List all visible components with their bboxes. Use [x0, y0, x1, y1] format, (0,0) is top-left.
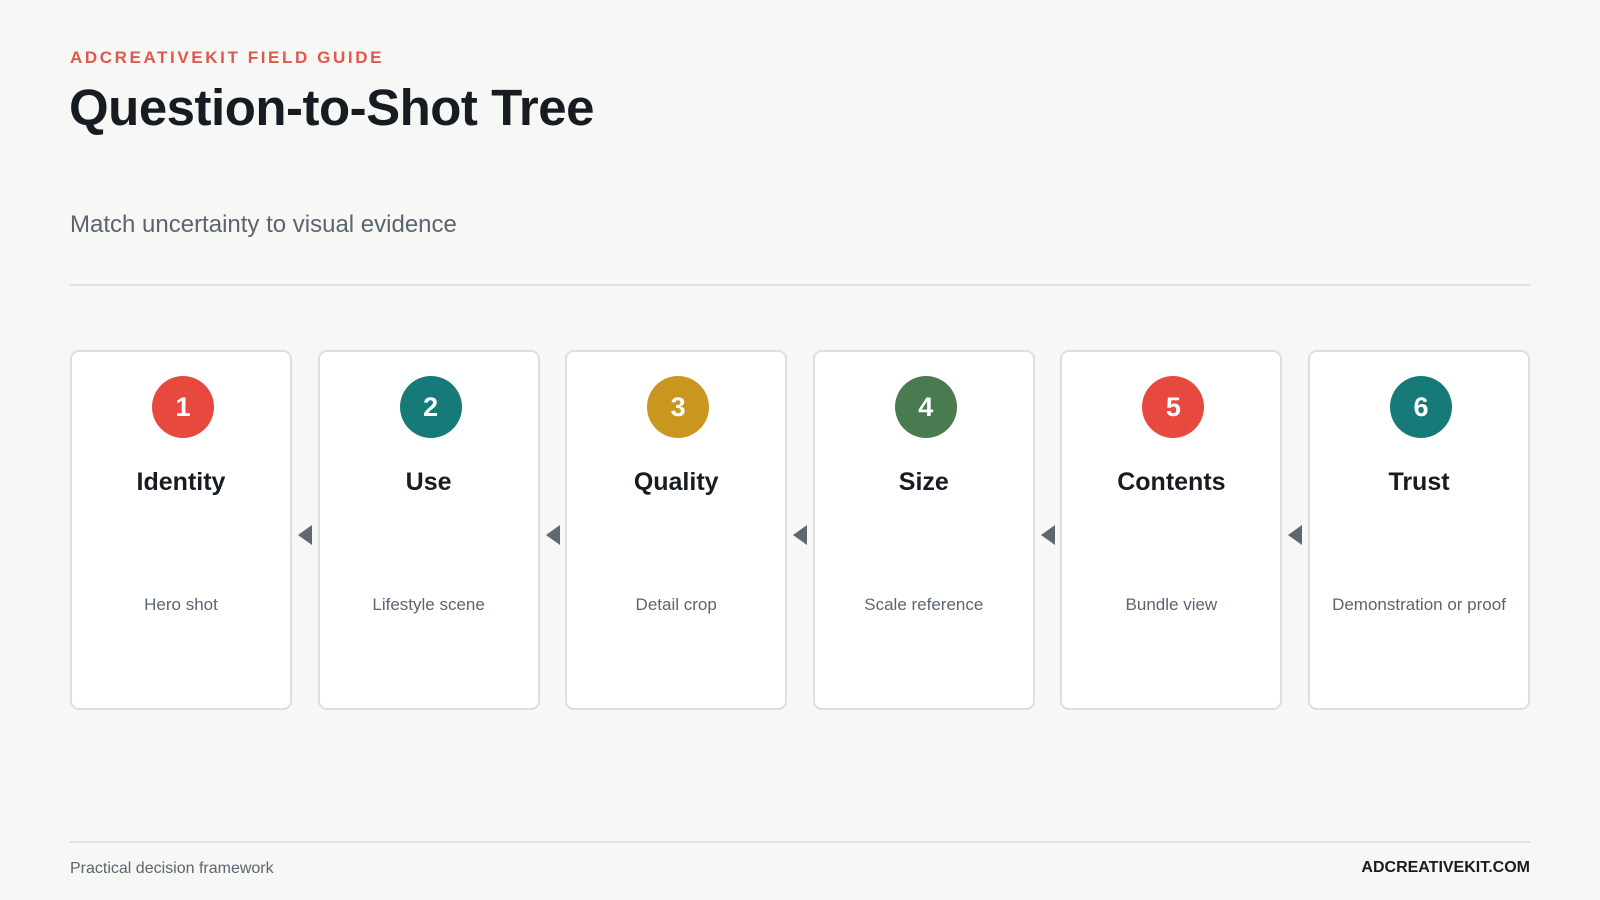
page-subtitle: Match uncertainty to visual evidence [70, 211, 457, 238]
step-card-identity: 1 Identity Hero shot [70, 350, 292, 710]
left-arrow-icon [545, 525, 560, 545]
header-divider [70, 284, 1530, 286]
left-arrow-icon [1288, 525, 1303, 545]
step-number-badge: 1 [152, 376, 214, 438]
step-number-badge: 3 [647, 376, 710, 438]
slide: ADCREATIVEKIT FIELD GUIDE Question-to-Sh… [0, 0, 1600, 900]
step-description: Detail crop [635, 595, 717, 614]
kicker-label: ADCREATIVEKIT FIELD GUIDE [70, 48, 385, 67]
step-title: Trust [1388, 468, 1450, 496]
step-card-quality: 3 Quality Detail crop [565, 350, 788, 710]
footer-divider [70, 841, 1530, 843]
step-title: Use [405, 468, 452, 496]
step-number-badge: 4 [894, 376, 957, 438]
step-title: Contents [1117, 468, 1226, 496]
steps-row: 1 Identity Hero shot 2 Use Lifestyle sce… [70, 350, 1530, 710]
step-title: Size [898, 468, 949, 496]
left-arrow-icon [793, 525, 808, 545]
left-arrow-icon [298, 525, 312, 545]
step-description: Scale reference [864, 595, 984, 614]
step-card-size: 4 Size Scale reference [812, 350, 1035, 710]
footer-caption: Practical decision framework [70, 860, 274, 877]
page-title: Question-to-Shot Tree [69, 79, 595, 136]
step-number-badge: 6 [1390, 376, 1452, 438]
step-card-contents: 5 Contents Bundle view [1060, 350, 1283, 710]
step-description: Hero shot [144, 595, 218, 614]
step-description: Demonstration or proof [1332, 595, 1506, 614]
footer-brand: ADCREATIVEKIT.COM [1361, 859, 1530, 876]
step-description: Bundle view [1125, 595, 1218, 614]
left-arrow-icon [1040, 525, 1055, 545]
step-card-use: 2 Use Lifestyle scene [317, 350, 540, 710]
step-card-trust: 6 Trust Demonstration or proof [1308, 350, 1530, 710]
step-title: Identity [136, 468, 226, 496]
step-title: Quality [633, 468, 719, 496]
step-description: Lifestyle scene [372, 595, 485, 614]
step-number-badge: 5 [1142, 376, 1205, 438]
step-number-badge: 2 [399, 376, 462, 438]
